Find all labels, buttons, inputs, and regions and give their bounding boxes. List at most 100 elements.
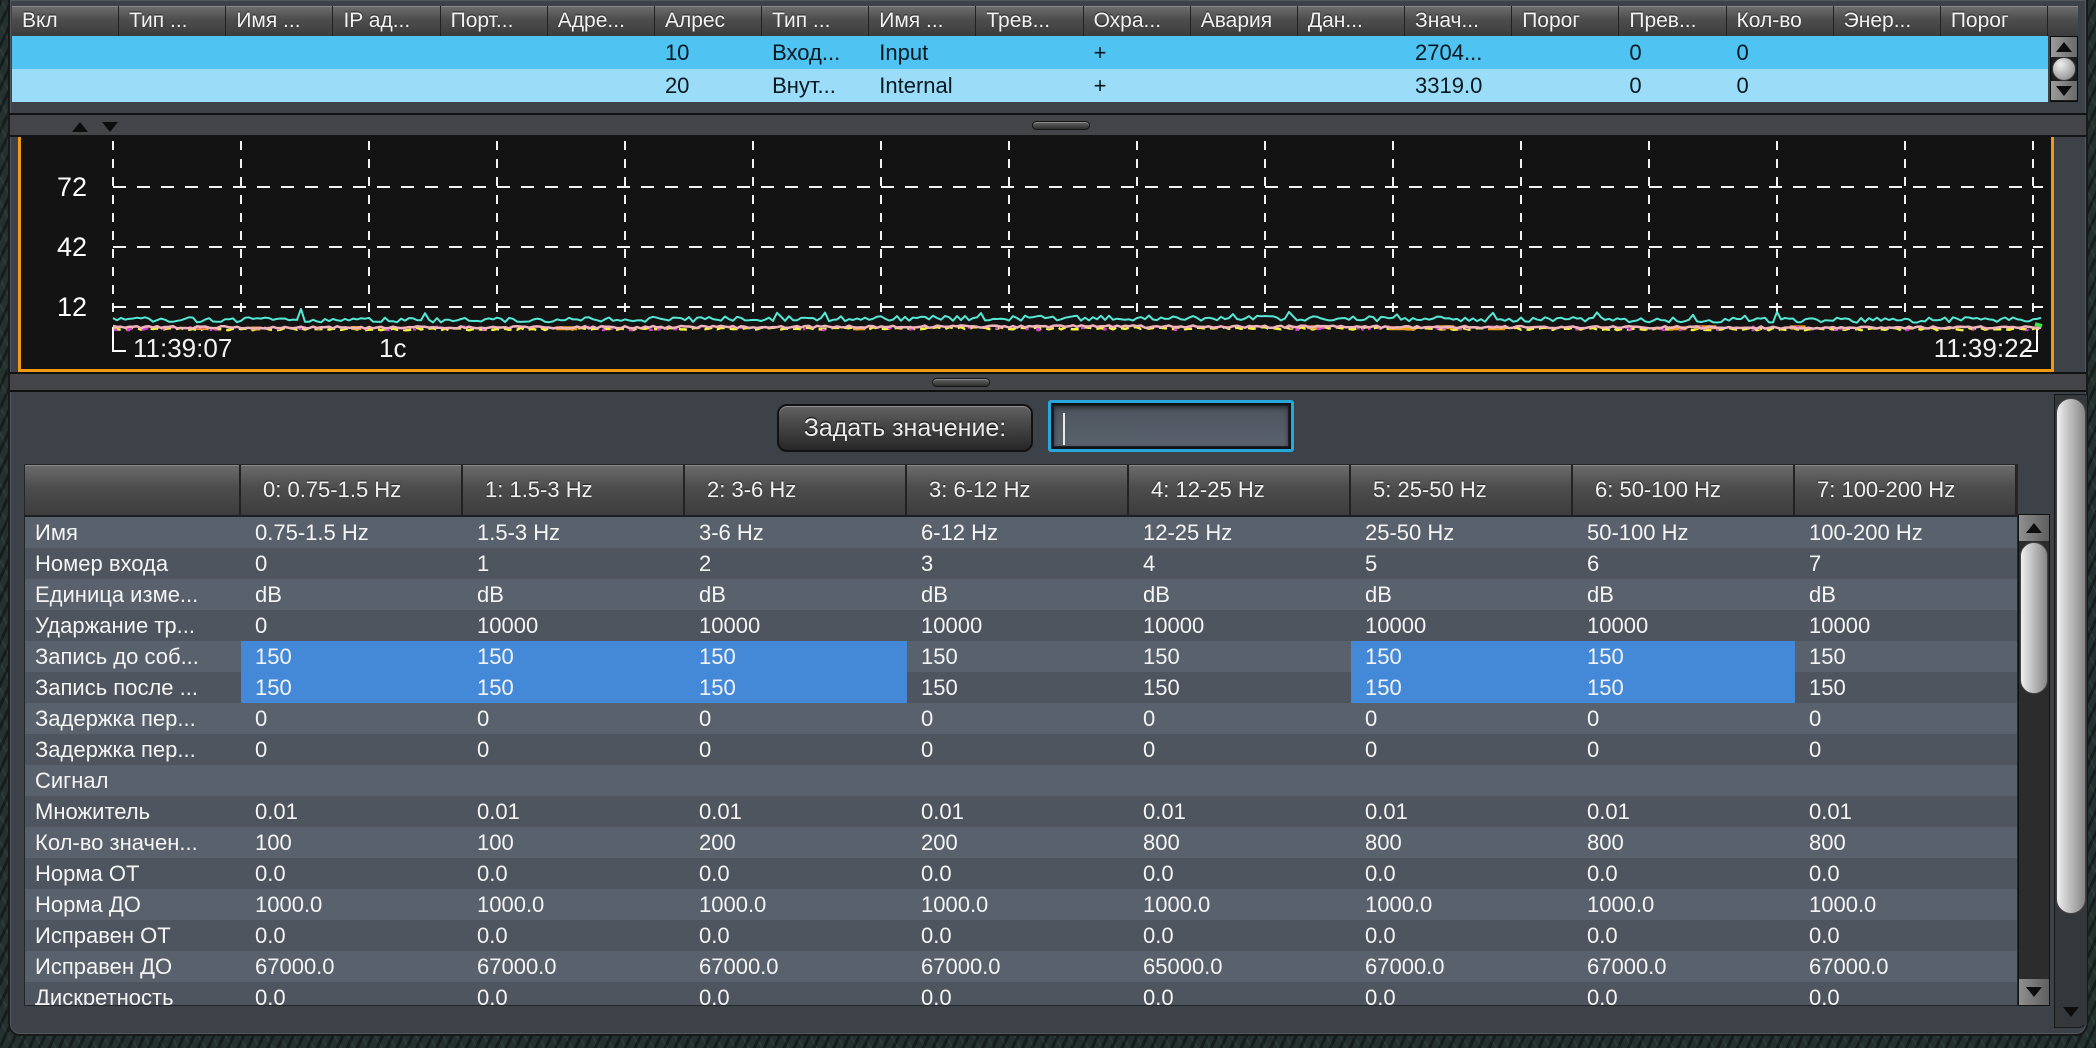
- matrix-cell[interactable]: 0.0: [1573, 858, 1795, 889]
- matrix-row-label[interactable]: Имя: [25, 517, 241, 548]
- device-column-header[interactable]: Охра...: [1084, 6, 1191, 36]
- matrix-cell[interactable]: dB: [463, 579, 685, 610]
- device-column-header[interactable]: Трев...: [976, 6, 1083, 36]
- matrix-row-label[interactable]: Кол-во значен...: [25, 827, 241, 858]
- matrix-cell[interactable]: 1000.0: [463, 889, 685, 920]
- device-column-header[interactable]: Алрес: [655, 6, 762, 36]
- device-column-header[interactable]: Тип ...: [762, 6, 869, 36]
- matrix-cell[interactable]: 0.01: [685, 796, 907, 827]
- matrix-cell[interactable]: 0.0: [463, 982, 685, 1006]
- matrix-cell[interactable]: 0: [1129, 703, 1351, 734]
- matrix-cell[interactable]: 0: [685, 734, 907, 765]
- matrix-cell[interactable]: 0.0: [1351, 920, 1573, 951]
- panel-scrollbar[interactable]: [2054, 394, 2088, 1028]
- matrix-cell[interactable]: 0.0: [1573, 920, 1795, 951]
- matrix-cell[interactable]: 1000.0: [685, 889, 907, 920]
- matrix-cell[interactable]: 1000.0: [907, 889, 1129, 920]
- matrix-cell[interactable]: 0.01: [1351, 796, 1573, 827]
- matrix-cell[interactable]: 67000.0: [1351, 951, 1573, 982]
- matrix-cell[interactable]: 50-100 Hz: [1573, 517, 1795, 548]
- device-column-header[interactable]: Вкл: [12, 6, 119, 36]
- matrix-cell[interactable]: 10000: [1795, 610, 2017, 641]
- matrix-cell[interactable]: 3: [907, 548, 1129, 579]
- matrix-cell[interactable]: 67000.0: [685, 951, 907, 982]
- matrix-column-header[interactable]: 1: 1.5-3 Hz: [463, 465, 685, 515]
- matrix-cell[interactable]: 0: [907, 734, 1129, 765]
- matrix-row-label[interactable]: Сигнал: [25, 765, 241, 796]
- matrix-cell[interactable]: dB: [1573, 579, 1795, 610]
- matrix-cell[interactable]: 800: [1351, 827, 1573, 858]
- panel-scroll-down-button[interactable]: [2055, 999, 2087, 1025]
- device-table-scrollbar[interactable]: [2050, 36, 2078, 102]
- matrix-cell[interactable]: 150: [1129, 672, 1351, 703]
- matrix-cell[interactable]: 150: [1351, 641, 1573, 672]
- matrix-cell[interactable]: 0.0: [685, 920, 907, 951]
- matrix-cell[interactable]: 0: [1129, 734, 1351, 765]
- matrix-cell[interactable]: [1351, 765, 1573, 796]
- matrix-row-label[interactable]: Запись после ...: [25, 672, 241, 703]
- matrix-cell[interactable]: [1795, 765, 2017, 796]
- matrix-cell[interactable]: 0.0: [907, 982, 1129, 1006]
- matrix-cell[interactable]: 200: [907, 827, 1129, 858]
- matrix-column-header[interactable]: 2: 3-6 Hz: [685, 465, 907, 515]
- matrix-cell[interactable]: 0.01: [241, 796, 463, 827]
- matrix-cell[interactable]: 0: [241, 610, 463, 641]
- device-column-header[interactable]: Кол-во: [1727, 6, 1834, 36]
- matrix-row-label[interactable]: Исправен ОТ: [25, 920, 241, 951]
- matrix-cell[interactable]: dB: [1795, 579, 2017, 610]
- matrix-cell[interactable]: 0.0: [1129, 982, 1351, 1006]
- matrix-row-label[interactable]: Норма ОТ: [25, 858, 241, 889]
- scrollbar-thumb[interactable]: [2052, 57, 2076, 81]
- device-column-header[interactable]: Дан...: [1298, 6, 1405, 36]
- matrix-cell[interactable]: [1573, 765, 1795, 796]
- matrix-column-header[interactable]: 7: 100-200 Hz: [1795, 465, 2017, 515]
- matrix-cell[interactable]: 0: [1573, 703, 1795, 734]
- matrix-cell[interactable]: 1000.0: [241, 889, 463, 920]
- collapse-down-icon[interactable]: [102, 122, 118, 132]
- matrix-cell[interactable]: 0.0: [685, 982, 907, 1006]
- matrix-cell[interactable]: 0.0: [1129, 858, 1351, 889]
- matrix-cell[interactable]: 0.75-1.5 Hz: [241, 517, 463, 548]
- matrix-column-header[interactable]: 6: 50-100 Hz: [1573, 465, 1795, 515]
- device-column-header[interactable]: IP ад...: [333, 6, 440, 36]
- matrix-cell[interactable]: 0: [463, 703, 685, 734]
- device-column-header[interactable]: Адре...: [548, 6, 655, 36]
- matrix-cell[interactable]: 0.01: [907, 796, 1129, 827]
- matrix-scrollbar[interactable]: [2018, 514, 2050, 1006]
- matrix-row-label[interactable]: Номер входа: [25, 548, 241, 579]
- matrix-cell[interactable]: 0.0: [1795, 920, 2017, 951]
- matrix-cell[interactable]: 10000: [907, 610, 1129, 641]
- device-column-header[interactable]: Авария: [1191, 6, 1298, 36]
- splitter-handle-2[interactable]: [932, 378, 990, 387]
- matrix-cell[interactable]: 0: [241, 734, 463, 765]
- matrix-cell[interactable]: 150: [685, 641, 907, 672]
- matrix-cell[interactable]: 6: [1573, 548, 1795, 579]
- matrix-column-header[interactable]: 4: 12-25 Hz: [1129, 465, 1351, 515]
- matrix-cell[interactable]: 67000.0: [907, 951, 1129, 982]
- matrix-cell[interactable]: 150: [1573, 641, 1795, 672]
- matrix-cell[interactable]: 1000.0: [1129, 889, 1351, 920]
- device-column-header[interactable]: Имя ...: [226, 6, 333, 36]
- matrix-cell[interactable]: 0: [1795, 703, 2017, 734]
- matrix-cell[interactable]: 150: [463, 672, 685, 703]
- value-input[interactable]: [1053, 405, 1289, 447]
- scroll-down-button[interactable]: [2051, 81, 2077, 100]
- device-column-header[interactable]: Порог: [1941, 6, 2048, 36]
- matrix-cell[interactable]: 0.0: [907, 858, 1129, 889]
- matrix-cell[interactable]: 3-6 Hz: [685, 517, 907, 548]
- matrix-cell[interactable]: 150: [1795, 672, 2017, 703]
- matrix-cell[interactable]: 0.0: [1795, 858, 2017, 889]
- matrix-cell[interactable]: dB: [1129, 579, 1351, 610]
- matrix-cell[interactable]: 0: [1351, 703, 1573, 734]
- matrix-cell[interactable]: 100-200 Hz: [1795, 517, 2017, 548]
- matrix-scroll-down-button[interactable]: [2019, 979, 2049, 1005]
- scroll-up-button[interactable]: [2051, 37, 2077, 57]
- matrix-cell[interactable]: 0.0: [1351, 982, 1573, 1006]
- matrix-cell[interactable]: 5: [1351, 548, 1573, 579]
- matrix-cell[interactable]: 10000: [463, 610, 685, 641]
- matrix-column-header[interactable]: [25, 465, 241, 515]
- matrix-row-label[interactable]: Единица изме...: [25, 579, 241, 610]
- matrix-cell[interactable]: 12-25 Hz: [1129, 517, 1351, 548]
- matrix-cell[interactable]: [685, 765, 907, 796]
- matrix-cell[interactable]: 1: [463, 548, 685, 579]
